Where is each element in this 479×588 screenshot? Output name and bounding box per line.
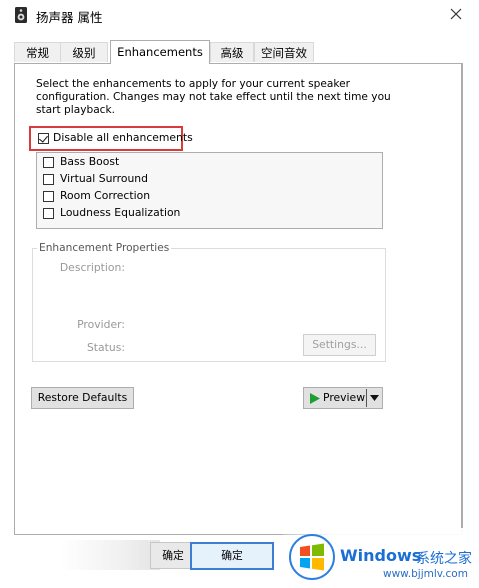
- list-item[interactable]: Bass Boost: [60, 155, 119, 168]
- panel-right-edge: [462, 63, 463, 535]
- watermark-site-name: 系统之家: [416, 551, 472, 567]
- disable-all-checkbox[interactable]: [38, 133, 49, 144]
- close-button[interactable]: [447, 5, 465, 23]
- restore-defaults-button[interactable]: Restore Defaults: [31, 387, 134, 409]
- bass-boost-checkbox[interactable]: [43, 157, 54, 168]
- disable-all-label[interactable]: Disable all enhancements: [53, 131, 193, 144]
- close-icon: [450, 8, 462, 20]
- list-item[interactable]: Loudness Equalization: [60, 206, 180, 219]
- tab-general[interactable]: 常规: [14, 42, 61, 62]
- tab-strip: 常规 级别 Enhancements 高级 空间音效: [14, 40, 474, 64]
- description-label: Description:: [59, 261, 125, 274]
- ok-button[interactable]: 确定: [190, 542, 274, 570]
- watermark: Windows 系统之家 www.bjjmlv.com: [283, 528, 479, 588]
- room-correction-checkbox[interactable]: [43, 191, 54, 202]
- enhancements-description: Select the enhancements to apply for you…: [36, 78, 391, 116]
- status-label: Status:: [86, 341, 125, 354]
- tab-spatial-sound[interactable]: 空间音效: [254, 42, 314, 62]
- settings-button[interactable]: Settings...: [303, 334, 376, 356]
- list-item[interactable]: Virtual Surround: [60, 172, 148, 185]
- preview-label: Preview: [323, 391, 366, 404]
- tab-levels[interactable]: 级别: [60, 42, 108, 62]
- blurred-region: [60, 540, 160, 570]
- provider-label: Provider:: [77, 318, 125, 331]
- window-title: 扬声器 属性: [36, 10, 103, 25]
- tab-enhancements[interactable]: Enhancements: [110, 40, 210, 64]
- speaker-icon: [15, 7, 27, 23]
- virtual-surround-checkbox[interactable]: [43, 174, 54, 185]
- list-item[interactable]: Room Correction: [60, 189, 150, 202]
- windows-logo-icon: [289, 534, 335, 580]
- watermark-brand: Windows: [340, 546, 422, 565]
- play-icon: [310, 393, 320, 404]
- preview-split-divider: [366, 389, 367, 407]
- watermark-url: www.bjjmlv.com: [383, 568, 468, 580]
- enhancement-properties-title: Enhancement Properties: [37, 242, 172, 254]
- loudness-equalization-checkbox[interactable]: [43, 208, 54, 219]
- tab-advanced[interactable]: 高级: [210, 42, 254, 62]
- dropdown-arrow-icon[interactable]: [370, 395, 379, 401]
- preview-button[interactable]: Preview: [303, 387, 383, 409]
